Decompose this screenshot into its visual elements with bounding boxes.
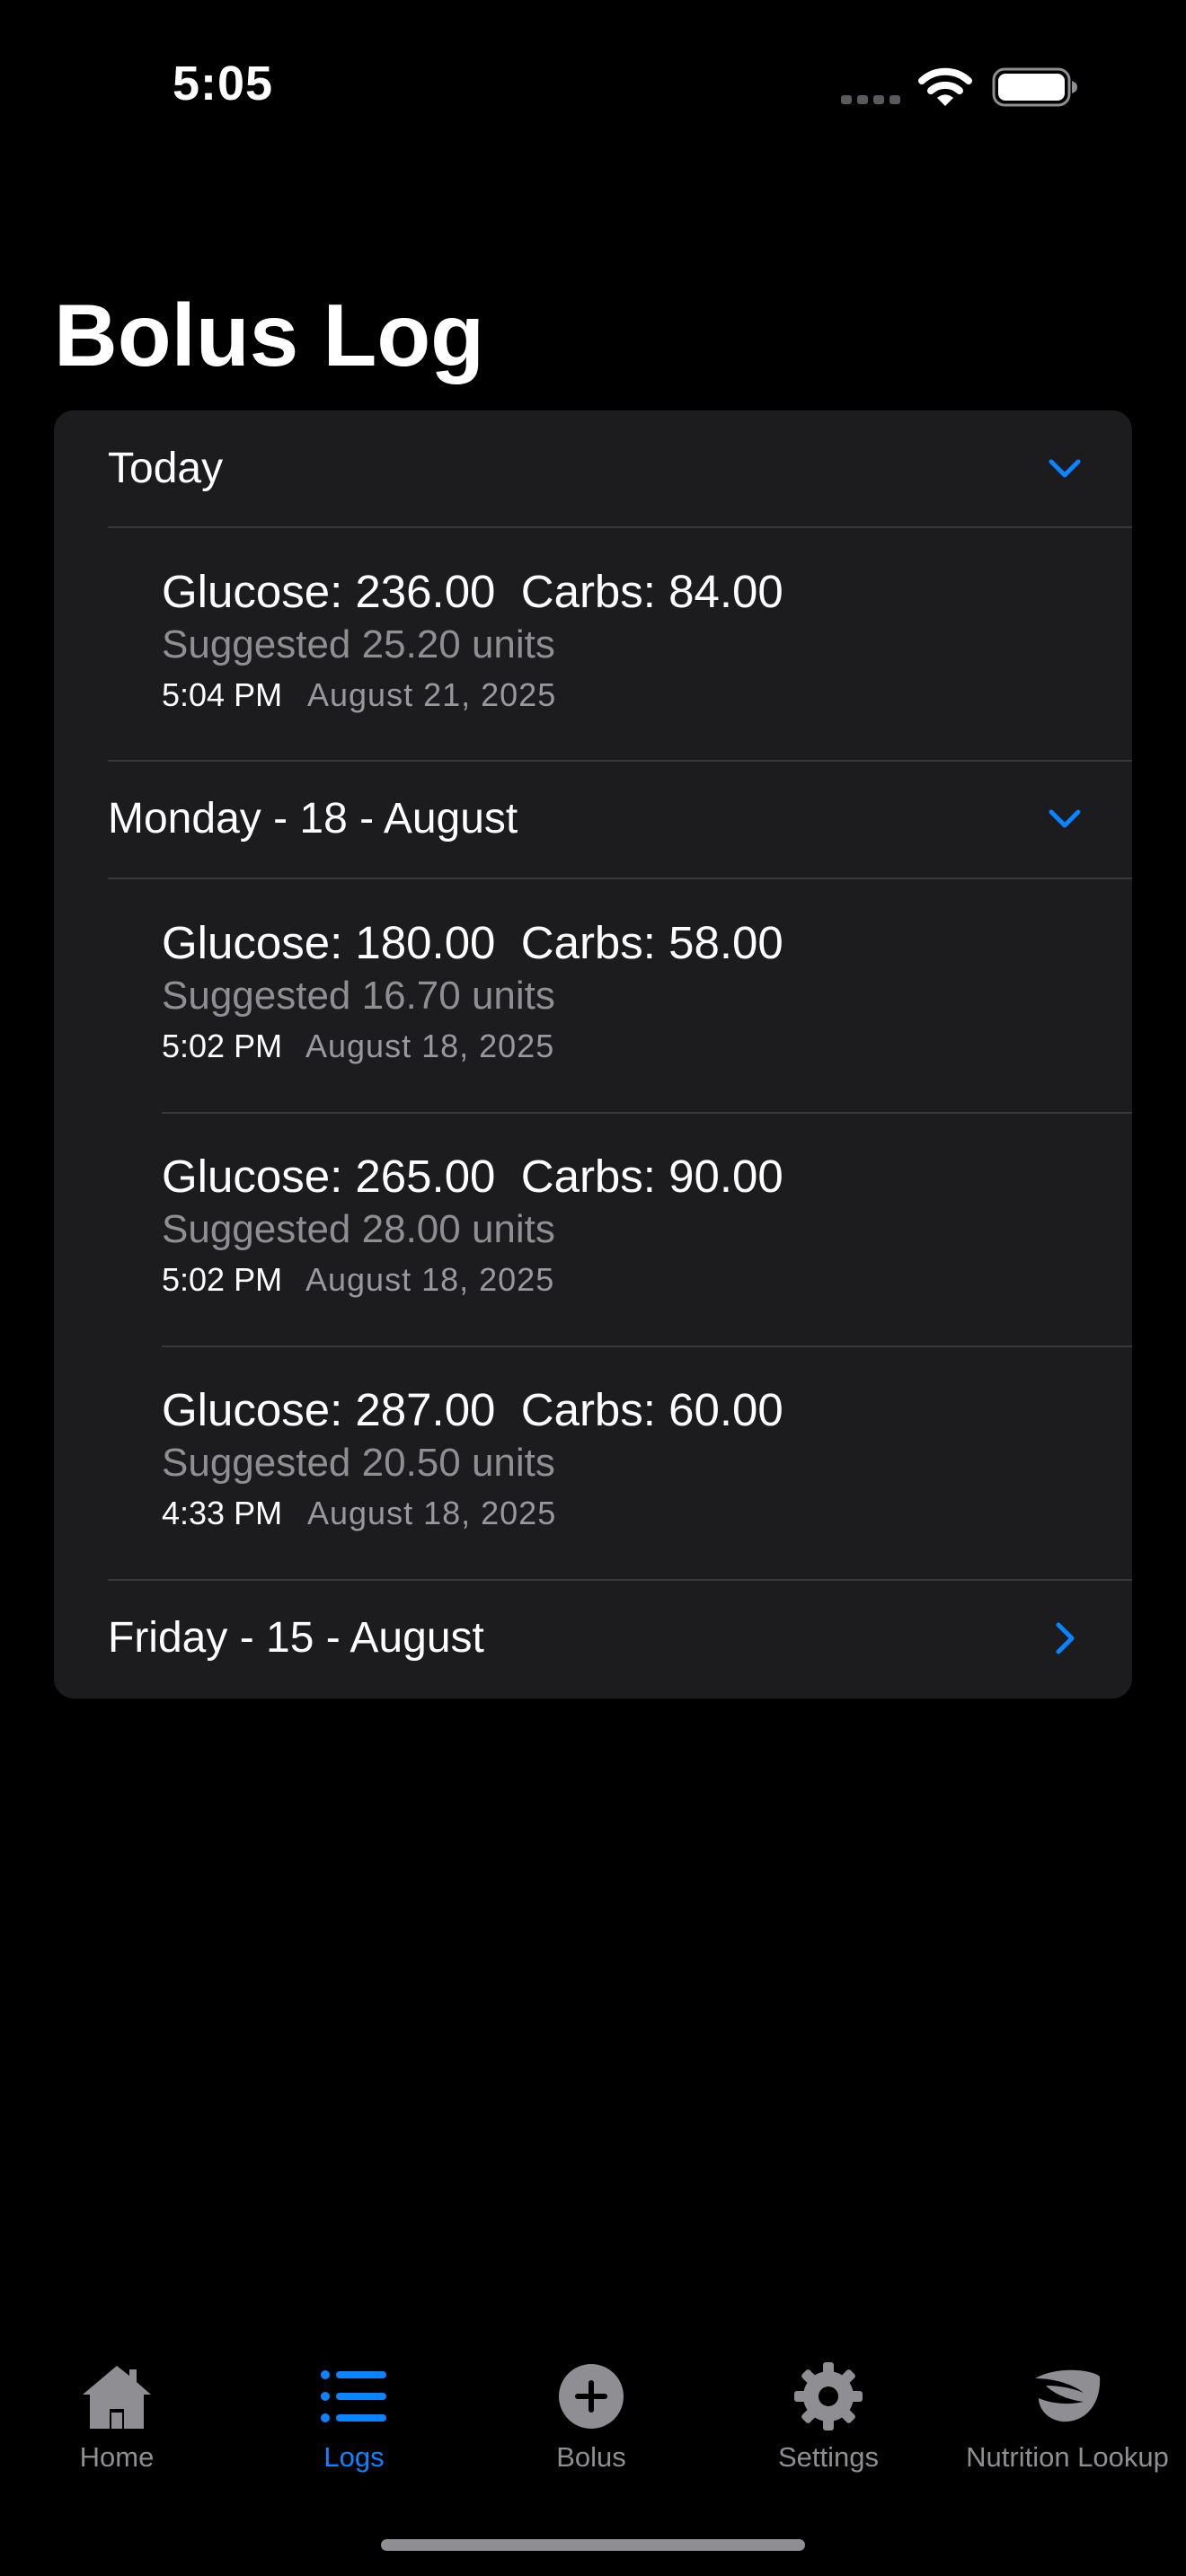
entry-suggested: Suggested 25.20 units (162, 622, 555, 666)
entry-time: 5:04 PM (162, 676, 283, 713)
leaf-icon (1035, 2369, 1101, 2422)
entry-summary: Glucose: 180.00 Carbs: 58.00 (162, 917, 783, 968)
entry-suggested: Suggested 28.00 units (162, 1207, 555, 1251)
entry-suggested: Suggested 20.50 units (162, 1441, 555, 1485)
section-label: Today (108, 445, 224, 492)
list-item[interactable]: Glucose: 236.00 Carbs: 84.00 Suggested 2… (162, 527, 1132, 759)
entry-summary: Glucose: 265.00 Carbs: 90.00 (162, 1151, 783, 1202)
list-icon (321, 2370, 386, 2422)
tab-label: Home (79, 2441, 155, 2473)
chevron-down-icon (1049, 809, 1081, 828)
chevron-down-icon (1049, 459, 1081, 478)
entry-time: 5:02 PM (162, 1028, 283, 1064)
entry-summary: Glucose: 287.00 Carbs: 60.00 (162, 1384, 783, 1435)
page-title: Bolus Log (54, 286, 485, 384)
tab-logs[interactable]: Logs (237, 2359, 471, 2474)
tab-label: Bolus (556, 2441, 626, 2473)
entry-time: 4:33 PM (162, 1495, 283, 1531)
section-label: Friday - 15 - August (108, 1614, 484, 1662)
chevron-right-icon (1056, 1622, 1075, 1654)
bolus-log-list: Today Glucose: 236.00 Carbs: 84.00 Sugge… (54, 410, 1132, 1698)
plus-circle-icon (559, 2364, 624, 2429)
tab-label: Logs (323, 2441, 385, 2473)
status-time: 5:05 (173, 57, 274, 110)
battery-icon (992, 67, 1077, 107)
entry-date: August 18, 2025 (307, 1495, 557, 1531)
gear-icon (794, 2362, 863, 2430)
section-label: Monday - 18 - August (108, 795, 518, 842)
entry-date: August 18, 2025 (305, 1261, 555, 1298)
entry-date: August 18, 2025 (305, 1028, 555, 1064)
section-header-monday[interactable]: Monday - 18 - August (54, 761, 1132, 878)
entry-date: August 21, 2025 (307, 676, 557, 713)
list-item[interactable]: Glucose: 180.00 Carbs: 58.00 Suggested 1… (162, 878, 1132, 1110)
tab-label: Nutrition Lookup (966, 2441, 1169, 2473)
entry-suggested: Suggested 16.70 units (162, 974, 555, 1018)
entry-summary: Glucose: 236.00 Carbs: 84.00 (162, 566, 783, 617)
section-header-today[interactable]: Today (54, 410, 1132, 527)
home-indicator[interactable] (381, 2539, 805, 2551)
cellular-signal-icon (841, 95, 900, 104)
section-header-friday[interactable]: Friday - 15 - August (54, 1580, 1132, 1697)
wifi-icon (918, 67, 972, 106)
tab-nutrition-lookup[interactable]: Nutrition Lookup (949, 2359, 1186, 2474)
list-item[interactable]: Glucose: 265.00 Carbs: 90.00 Suggested 2… (162, 1112, 1132, 1344)
entry-time: 5:02 PM (162, 1261, 283, 1298)
tab-bolus[interactable]: Bolus (474, 2359, 708, 2474)
tab-settings[interactable]: Settings (712, 2359, 945, 2474)
tab-label: Settings (777, 2441, 879, 2473)
list-item[interactable]: Glucose: 287.00 Carbs: 60.00 Suggested 2… (162, 1345, 1132, 1577)
house-icon (83, 2366, 151, 2429)
tab-home[interactable]: Home (0, 2359, 234, 2474)
